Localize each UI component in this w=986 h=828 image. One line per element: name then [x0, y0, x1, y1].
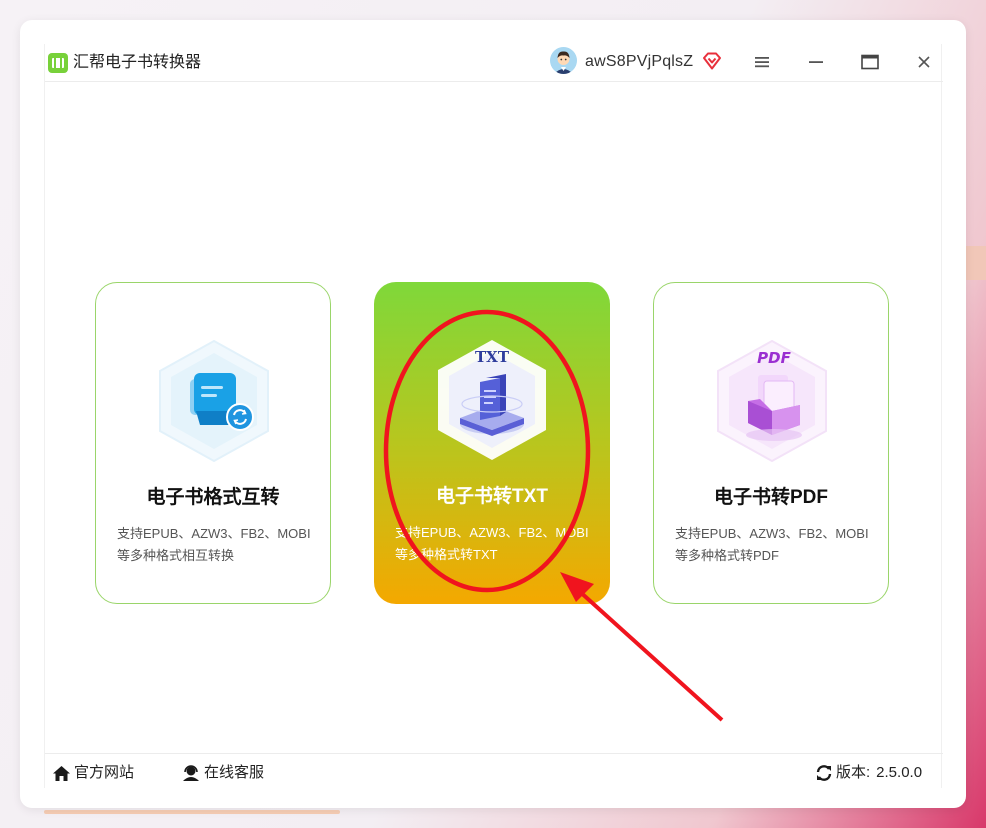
card-description: 支持EPUB、AZW3、FB2、MOBI 等多种格式相互转换	[117, 523, 317, 567]
card-title: 电子书转TXT	[436, 486, 548, 507]
card-to-txt[interactable]: TXT 电子书转TXT 支持EPUB、AZW3、FB2、MOBI 等多种格式转T…	[374, 282, 610, 604]
card-desc-line: 等多种格式相互转换	[117, 548, 235, 563]
footer-bar: 官方网站 在线客服 版本: 2.5.0.0	[45, 753, 943, 788]
home-icon	[53, 765, 70, 781]
card-title: 电子书格式互转	[146, 487, 280, 508]
online-support-label: 在线客服	[204, 764, 265, 781]
username[interactable]: awS8PVjPqlsZ	[585, 52, 693, 72]
txt-document-icon: TXT	[434, 338, 550, 462]
title-bar: 汇帮电子书转换器 awS8PVjPqlsZ	[45, 44, 943, 82]
background-stripe	[966, 246, 986, 280]
card-format-convert[interactable]: 电子书格式互转 支持EPUB、AZW3、FB2、MOBI 等多种格式相互转换	[95, 282, 331, 604]
app-window: 汇帮电子书转换器 awS8PVjPqlsZ 电子书格式互转 支持EPUB、AZW…	[20, 20, 966, 808]
card-desc-line: 等多种格式转PDF	[675, 548, 780, 563]
card-desc-line: 等多种格式转TXT	[395, 547, 498, 562]
card-description: 支持EPUB、AZW3、FB2、MOBI 等多种格式转TXT	[395, 522, 595, 566]
card-desc-line: 支持EPUB、AZW3、FB2、MOBI	[675, 526, 869, 541]
card-desc-line: 支持EPUB、AZW3、FB2、MOBI	[395, 525, 589, 540]
close-icon[interactable]	[911, 50, 937, 74]
version-value: 2.5.0.0	[876, 764, 923, 781]
refresh-icon	[816, 765, 832, 781]
version-info: 版本: 2.5.0.0	[815, 764, 922, 782]
menu-icon[interactable]	[749, 50, 775, 74]
book-logo-icon	[48, 53, 68, 73]
card-description: 支持EPUB、AZW3、FB2、MOBI 等多种格式转PDF	[675, 523, 875, 567]
txt-icon-label: TXT	[475, 348, 510, 366]
headset-icon	[183, 764, 199, 781]
card-to-pdf[interactable]: PDF 电子书转PDF 支持EPUB、AZW3、FB2、MOBI 等多种格式转P…	[653, 282, 889, 604]
card-title: 电子书转PDF	[713, 487, 828, 508]
version-label: 版本:	[836, 764, 871, 781]
pdf-icon-label: PDF	[757, 349, 791, 367]
app-title: 汇帮电子书转换器	[73, 54, 202, 71]
vip-diamond-icon[interactable]	[702, 51, 722, 71]
maximize-icon[interactable]	[857, 50, 883, 74]
card-desc-line: 支持EPUB、AZW3、FB2、MOBI	[117, 526, 311, 541]
official-website-label: 官方网站	[74, 764, 135, 781]
pdf-document-icon: PDF	[714, 339, 830, 463]
official-website-link[interactable]: 官方网站	[52, 764, 134, 782]
avatar[interactable]	[550, 47, 577, 74]
online-support-link[interactable]: 在线客服	[181, 764, 264, 782]
background-accent-bar	[44, 810, 340, 814]
document-convert-icon	[156, 339, 272, 463]
window-content: 汇帮电子书转换器 awS8PVjPqlsZ 电子书格式互转 支持EPUB、AZW…	[44, 44, 943, 788]
minimize-icon[interactable]	[803, 50, 829, 74]
